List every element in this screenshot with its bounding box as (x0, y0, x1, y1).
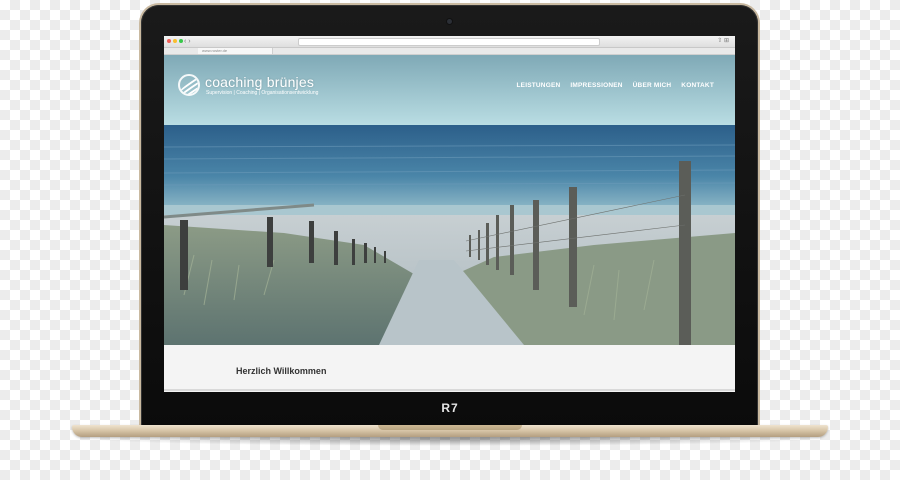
close-window-icon[interactable] (167, 39, 171, 43)
nav-kontakt[interactable]: KONTAKT (681, 82, 714, 89)
laptop-screen: ‹ › ⇧ ⊞ www.roster.de coaching brünjes S… (164, 36, 735, 392)
brand-name[interactable]: coaching brünjes (205, 74, 314, 90)
address-bar[interactable] (298, 38, 600, 46)
nav-impressionen[interactable]: IMPRESSIONEN (570, 82, 622, 89)
back-forward-icon[interactable]: ‹ › (184, 36, 191, 47)
main-navigation: LEISTUNGEN IMPRESSIONEN ÜBER MICH KONTAK… (517, 82, 715, 89)
section-divider (164, 389, 735, 391)
nav-leistungen[interactable]: LEISTUNGEN (517, 82, 561, 89)
browser-actions-icon[interactable]: ⇧ ⊞ (717, 36, 729, 47)
brand-tagline: Supervision | Coaching | Organisationsen… (206, 90, 319, 96)
nav-ueber-mich[interactable]: ÜBER MICH (633, 82, 672, 89)
laptop-model-label: R7 (441, 401, 459, 415)
browser-toolbar: ‹ › ⇧ ⊞ (164, 36, 735, 48)
browser-tab[interactable]: www.roster.de (198, 48, 273, 54)
logo-icon[interactable] (178, 74, 200, 96)
site-header: coaching brünjes Supervision | Coaching … (164, 55, 735, 105)
welcome-section: Herzlich Willkommen (164, 345, 735, 392)
browser-tab-bar: www.roster.de (164, 48, 735, 55)
welcome-heading: Herzlich Willkommen (236, 366, 327, 376)
camera-icon (447, 19, 452, 24)
minimize-window-icon[interactable] (173, 39, 177, 43)
laptop-base-notch (378, 425, 522, 430)
zoom-window-icon[interactable] (179, 39, 183, 43)
